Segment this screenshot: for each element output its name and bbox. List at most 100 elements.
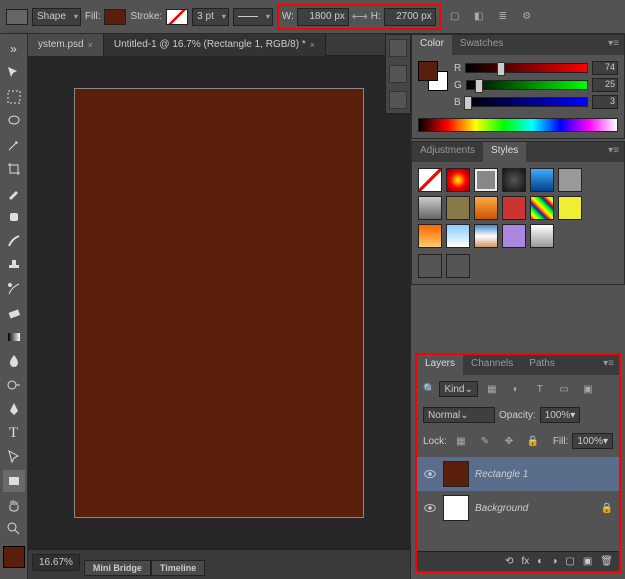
style-swatch[interactable] [530, 224, 554, 248]
layer-thumbnail[interactable] [443, 495, 469, 521]
move-tool-icon[interactable] [3, 62, 25, 84]
lock-all-icon[interactable]: 🔒 [523, 431, 543, 451]
zoom-field[interactable]: 16.67% [32, 554, 80, 571]
style-swatch[interactable] [446, 254, 470, 278]
brush-tool-icon[interactable] [3, 230, 25, 252]
adjustments-tab[interactable]: Adjustments [412, 142, 483, 162]
filter-shape-icon[interactable]: ▭ [554, 379, 574, 399]
gear-icon[interactable]: ⚙ [517, 7, 537, 27]
shape-mode-dropdown[interactable]: Shape [32, 8, 81, 26]
color-tab[interactable]: Color [412, 35, 452, 55]
document-tab-1[interactable]: ystem.psd× [28, 34, 104, 56]
filter-adjust-icon[interactable]: ◐ [506, 379, 526, 399]
marquee-tool-icon[interactable] [3, 86, 25, 108]
style-swatch[interactable] [446, 224, 470, 248]
style-swatch[interactable] [502, 224, 526, 248]
hand-tool-icon[interactable] [3, 494, 25, 516]
link-wh-icon[interactable]: ⟷ [352, 10, 368, 23]
gradient-tool-icon[interactable] [3, 326, 25, 348]
panel-menu-icon[interactable]: ▾≡ [598, 355, 619, 375]
b-slider[interactable] [465, 97, 588, 107]
layer-filter-dropdown[interactable]: Kind ⌄ [439, 381, 477, 397]
blur-tool-icon[interactable] [3, 350, 25, 372]
canvas[interactable] [74, 88, 364, 518]
filter-smart-icon[interactable]: ▣ [578, 379, 598, 399]
style-swatch[interactable] [558, 196, 582, 220]
style-swatch[interactable] [530, 196, 554, 220]
zoom-tool-icon[interactable] [3, 518, 25, 540]
style-swatch[interactable] [474, 168, 498, 192]
layers-tab[interactable]: Layers [417, 355, 463, 375]
style-swatch[interactable] [418, 168, 442, 192]
tab-toggle-icon[interactable]: » [3, 38, 25, 60]
crop-tool-icon[interactable] [3, 158, 25, 180]
style-swatch[interactable] [502, 196, 526, 220]
style-swatch[interactable] [474, 224, 498, 248]
g-value[interactable]: 25 [592, 78, 618, 92]
style-swatch[interactable] [446, 196, 470, 220]
style-swatch[interactable] [446, 168, 470, 192]
healing-tool-icon[interactable] [3, 206, 25, 228]
fill-opacity-field[interactable]: 100% ▾ [572, 433, 613, 449]
styles-tab[interactable]: Styles [483, 142, 526, 162]
panel-menu-icon[interactable]: ▾≡ [603, 35, 624, 55]
layer-thumbnail[interactable] [443, 461, 469, 487]
width-input[interactable]: 1800 px [297, 8, 349, 26]
close-icon[interactable]: × [88, 40, 93, 50]
canvas-viewport[interactable] [28, 56, 410, 549]
rectangle-shape[interactable] [75, 89, 363, 517]
fg-color-swatch[interactable] [418, 61, 438, 81]
style-swatch[interactable] [558, 168, 582, 192]
layer-name[interactable]: Background [475, 503, 528, 514]
wand-tool-icon[interactable] [3, 134, 25, 156]
fill-swatch[interactable] [104, 9, 126, 25]
fx-icon[interactable]: fx [522, 556, 530, 567]
dodge-tool-icon[interactable] [3, 374, 25, 396]
opacity-field[interactable]: 100% ▾ [540, 407, 581, 423]
visibility-icon[interactable] [423, 467, 437, 481]
layer-row[interactable]: Rectangle 1 [417, 457, 619, 491]
eyedropper-tool-icon[interactable] [3, 182, 25, 204]
path-arrangement-icon[interactable]: ≣ [493, 7, 513, 27]
color-spectrum[interactable] [418, 118, 618, 132]
g-slider[interactable] [466, 80, 588, 90]
rectangle-tool-icon[interactable] [3, 470, 25, 492]
align-edges-icon[interactable]: ▢ [445, 7, 465, 27]
channels-tab[interactable]: Channels [463, 355, 521, 375]
stroke-swatch[interactable] [166, 9, 188, 25]
r-value[interactable]: 74 [592, 61, 618, 75]
path-operations-icon[interactable]: ◧ [469, 7, 489, 27]
stroke-width-dropdown[interactable]: 3 pt [192, 8, 229, 26]
new-layer-icon[interactable]: ▣ [583, 556, 592, 567]
stamp-tool-icon[interactable] [3, 254, 25, 276]
blend-mode-dropdown[interactable]: Normal ⌄ [423, 407, 495, 423]
collapsed-panel-icon[interactable] [389, 91, 407, 109]
link-layers-icon[interactable]: ⟲ [505, 556, 513, 567]
swatches-tab[interactable]: Swatches [452, 35, 511, 55]
b-value[interactable]: 3 [592, 95, 618, 109]
stroke-style-dropdown[interactable] [233, 8, 273, 26]
tool-preset-swatch[interactable] [6, 9, 28, 25]
height-input[interactable]: 2700 px [384, 8, 436, 26]
eraser-tool-icon[interactable] [3, 302, 25, 324]
path-select-tool-icon[interactable] [3, 446, 25, 468]
r-slider[interactable] [465, 63, 588, 73]
style-swatch[interactable] [418, 224, 442, 248]
style-swatch[interactable] [418, 196, 442, 220]
filter-type-icon[interactable]: T [530, 379, 550, 399]
lock-transparency-icon[interactable]: ▦ [451, 431, 471, 451]
search-icon[interactable]: 🔍 [423, 384, 435, 395]
layer-row[interactable]: Background 🔒 [417, 491, 619, 525]
trash-icon[interactable]: 🗑 [600, 556, 613, 567]
group-icon[interactable]: ▢ [565, 556, 574, 567]
adjustment-icon[interactable]: ◑ [551, 556, 557, 567]
paths-tab[interactable]: Paths [521, 355, 563, 375]
style-swatch[interactable] [530, 168, 554, 192]
filter-image-icon[interactable]: ▦ [482, 379, 502, 399]
close-icon[interactable]: × [310, 40, 315, 50]
timeline-tab[interactable]: Timeline [151, 560, 205, 576]
collapsed-panel-icon[interactable] [389, 65, 407, 83]
lock-pixels-icon[interactable]: ✎ [475, 431, 495, 451]
foreground-color-swatch[interactable] [3, 546, 25, 568]
style-swatch[interactable] [502, 168, 526, 192]
